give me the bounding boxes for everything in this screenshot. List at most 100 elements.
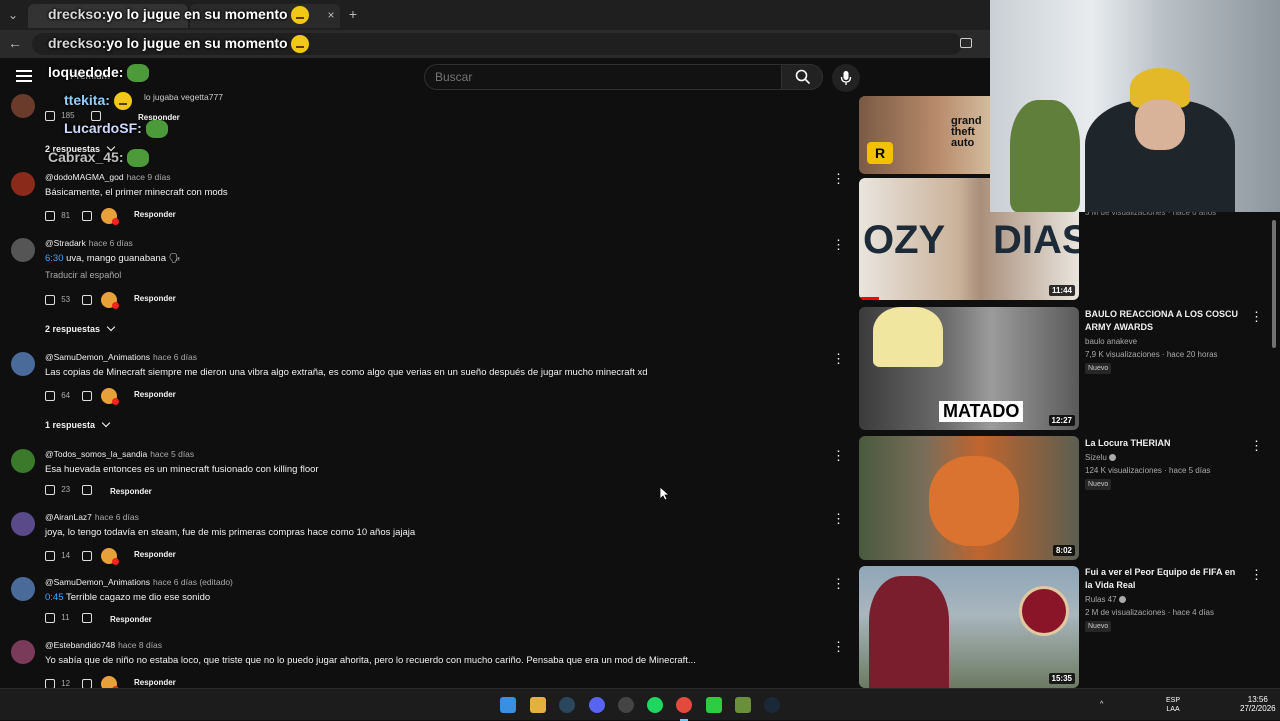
like-icon[interactable] <box>45 613 55 623</box>
watch-progress-bar <box>859 297 879 300</box>
avatar[interactable] <box>11 172 35 196</box>
creator-heart-icon <box>100 208 119 225</box>
avatar[interactable] <box>11 512 35 536</box>
like-icon[interactable] <box>45 295 55 305</box>
comment-text: Yo sabía que de niño no estaba loco, que… <box>45 655 696 666</box>
chat-username: drecksо: <box>48 35 107 51</box>
dislike-icon[interactable] <box>81 613 92 623</box>
avatar[interactable] <box>11 238 35 262</box>
comment-author[interactable]: @dodoMAGMA_god <box>45 172 124 182</box>
channel-name[interactable]: Rulas 47 <box>1085 595 1126 604</box>
dislike-icon[interactable] <box>82 485 93 495</box>
discord-icon[interactable] <box>589 697 605 713</box>
spotify-icon[interactable] <box>647 697 663 713</box>
steam-icon[interactable] <box>559 697 575 713</box>
more-options-icon[interactable] <box>832 351 845 367</box>
video-thumbnail[interactable]: 8:02 <box>859 436 1079 560</box>
comment-author[interactable]: @SamuDemon_Animations <box>45 352 150 362</box>
more-options-icon[interactable] <box>832 639 845 655</box>
back-arrow-icon[interactable]: ← <box>6 34 24 52</box>
comment-author[interactable]: @Stradark <box>45 238 86 248</box>
chrome-icon[interactable] <box>676 697 692 713</box>
like-count: 81 <box>61 211 71 221</box>
tab-close-icon[interactable]: × <box>322 6 340 24</box>
search-box[interactable] <box>424 64 782 90</box>
reply-button[interactable]: Responder <box>134 210 176 219</box>
kick-icon[interactable] <box>706 697 722 713</box>
more-options-icon[interactable] <box>832 576 845 592</box>
timestamp-link[interactable]: 6:30 <box>45 253 64 264</box>
like-icon[interactable] <box>45 485 55 495</box>
menu-icon[interactable] <box>16 70 32 82</box>
lang-variant-label: LAA <box>1166 706 1180 713</box>
channel-name[interactable]: Sizelu <box>1085 453 1116 462</box>
reply-button[interactable]: Responder <box>110 487 152 496</box>
like-icon[interactable] <box>45 111 55 121</box>
minecraft-icon[interactable] <box>735 697 751 713</box>
dislike-icon[interactable] <box>82 211 93 221</box>
new-tab-icon[interactable]: + <box>344 5 362 23</box>
steam-icon[interactable] <box>764 697 780 713</box>
search-button[interactable] <box>781 64 823 90</box>
reply-button[interactable]: Responder <box>134 294 176 303</box>
neutral-face-emote-icon <box>291 35 310 54</box>
file-explorer-icon[interactable] <box>530 697 546 713</box>
scrollbar[interactable] <box>1272 220 1276 348</box>
dislike-icon[interactable] <box>82 551 93 561</box>
more-options-icon[interactable] <box>1250 309 1263 325</box>
video-duration: 12:27 <box>1048 415 1075 426</box>
like-icon[interactable] <box>45 211 55 221</box>
video-title[interactable]: Fui a ver el Peor Equipo de FIFA en la V… <box>1085 566 1245 592</box>
avatar[interactable] <box>11 449 35 473</box>
voice-search-button[interactable] <box>832 64 860 92</box>
thumbnail-person <box>869 576 949 688</box>
like-icon[interactable] <box>45 391 55 401</box>
comment-author[interactable]: @Todos_somos_la_sandia <box>45 449 147 459</box>
reply-button[interactable]: Responder <box>110 615 152 624</box>
avatar[interactable] <box>11 352 35 376</box>
video-thumbnail[interactable]: 15:35 <box>859 566 1079 688</box>
reply-button[interactable]: Responder <box>134 550 176 559</box>
avatar[interactable] <box>11 577 35 601</box>
timestamp-link[interactable]: 0:45 <box>45 592 64 603</box>
cast-icon[interactable] <box>960 38 972 48</box>
avatar[interactable] <box>11 640 35 664</box>
reply-button[interactable]: Responder <box>134 390 176 399</box>
dislike-icon[interactable] <box>82 295 93 305</box>
more-options-icon[interactable] <box>832 448 845 464</box>
more-options-icon[interactable] <box>832 171 845 187</box>
video-thumbnail[interactable]: MATADO 12:27 <box>859 307 1079 430</box>
video-title[interactable]: BAULO REACCIONA A LOS COSCU ARMY AWARDS <box>1085 308 1245 334</box>
video-title[interactable]: La Locura THERIAN <box>1085 437 1245 450</box>
dislike-icon[interactable] <box>82 391 93 401</box>
tab-list-chevron-icon[interactable]: ⌄ <box>4 6 22 24</box>
replies-toggle[interactable]: 1 respuesta <box>45 418 111 430</box>
avatar[interactable] <box>11 94 35 118</box>
more-options-icon[interactable] <box>832 237 845 253</box>
comment-author[interactable]: @SamuDemon_Animations <box>45 577 150 587</box>
verified-icon <box>1118 596 1126 604</box>
chevron-down-icon <box>101 418 111 428</box>
comment-author[interactable]: @AiranLaz7 <box>45 512 92 522</box>
more-options-icon[interactable] <box>1250 567 1263 583</box>
comment-header: @Stradark hace 6 días <box>45 238 133 248</box>
windows-start-icon[interactable] <box>500 697 516 713</box>
like-icon[interactable] <box>45 551 55 561</box>
comment-header: @SamuDemon_Animations hace 6 días (editad… <box>45 577 233 587</box>
more-options-icon[interactable] <box>832 511 845 527</box>
tray-chevron-up-icon[interactable]: ^ <box>1100 700 1103 709</box>
video-duration: 8:02 <box>1052 545 1075 556</box>
clock[interactable]: 13:56 27/2/2026 <box>1240 695 1276 713</box>
reply-button[interactable]: Responder <box>134 678 176 687</box>
comment-actions: 14 <box>45 548 119 565</box>
search-input[interactable] <box>425 65 781 89</box>
more-options-icon[interactable] <box>1250 438 1263 454</box>
comment-body: joya, lo tengo todavía en steam, fue de … <box>45 527 416 538</box>
channel-name[interactable]: baulo anakeve <box>1085 337 1137 346</box>
chat-message: yo lo jugue en su momento <box>106 35 288 51</box>
replies-toggle[interactable]: 2 respuestas <box>45 322 116 334</box>
translate-link[interactable]: Traducir al español <box>45 270 121 280</box>
comment-author[interactable]: @Estebandido748 <box>45 640 115 650</box>
keyboard-language[interactable]: ESP LAA <box>1166 696 1180 714</box>
obs-icon[interactable] <box>618 697 634 713</box>
